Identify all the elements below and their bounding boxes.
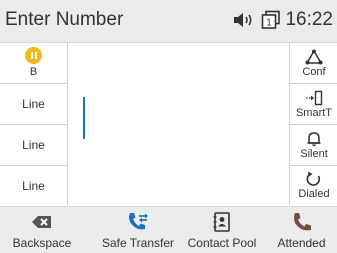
page-title: Enter Number — [5, 9, 124, 30]
hold-icon — [25, 47, 42, 64]
status-bar: Enter Number 1 16:22 — [0, 0, 337, 43]
line-number: 1 — [267, 18, 273, 29]
conference-icon — [305, 49, 323, 64]
silent-label: Silent — [300, 147, 328, 160]
line-status-icon: 1 — [262, 10, 281, 29]
softkey-bar: Backspace Safe Transfer Contact Pool Att… — [0, 206, 337, 253]
smart-transfer-label: SmartT — [295, 106, 333, 119]
line-key[interactable]: Line — [0, 166, 67, 205]
safe-transfer-label: Safe Transfer — [101, 236, 175, 250]
conf-key[interactable]: Conf — [290, 43, 337, 84]
line-key[interactable]: Line — [0, 125, 67, 166]
status-indicators: 1 16:22 — [233, 9, 333, 31]
text-cursor — [83, 97, 85, 139]
line-keys: B Line Line Line — [0, 43, 68, 205]
attended-softkey[interactable]: Attended — [266, 207, 337, 253]
backspace-softkey[interactable]: Backspace — [0, 207, 84, 253]
smart-transfer-key[interactable]: SmartT — [290, 84, 337, 125]
line-key[interactable]: Line — [0, 84, 67, 125]
contact-book-icon — [213, 212, 230, 232]
conf-label: Conf — [302, 65, 326, 78]
line-key-label: Line — [22, 97, 45, 111]
bell-icon — [307, 131, 321, 146]
contact-pool-label: Contact Pool — [187, 236, 257, 250]
line-key-label: Line — [22, 178, 45, 193]
contact-pool-softkey[interactable]: Contact Pool — [180, 207, 264, 253]
smart-transfer-icon — [306, 90, 323, 105]
function-keys: Conf SmartT Silent Dialed — [289, 43, 337, 205]
line-key-held-call[interactable]: B — [0, 43, 67, 84]
clock-time: 16:22 — [285, 9, 333, 30]
redial-icon — [306, 171, 321, 186]
backspace-label: Backspace — [12, 236, 72, 250]
dialed-label: Dialed — [298, 188, 330, 200]
attended-label: Attended — [277, 236, 326, 250]
line-key-label: Line — [22, 138, 45, 152]
speaker-icon — [234, 13, 253, 27]
backspace-icon — [32, 216, 51, 228]
line-key-label: B — [29, 66, 38, 78]
silent-key[interactable]: Silent — [290, 125, 337, 166]
dialed-key[interactable]: Dialed — [290, 166, 337, 205]
phone-icon — [293, 213, 311, 231]
transfer-phone-icon — [129, 213, 148, 230]
number-input-area[interactable] — [68, 43, 288, 205]
safe-transfer-softkey[interactable]: Safe Transfer — [96, 207, 180, 253]
